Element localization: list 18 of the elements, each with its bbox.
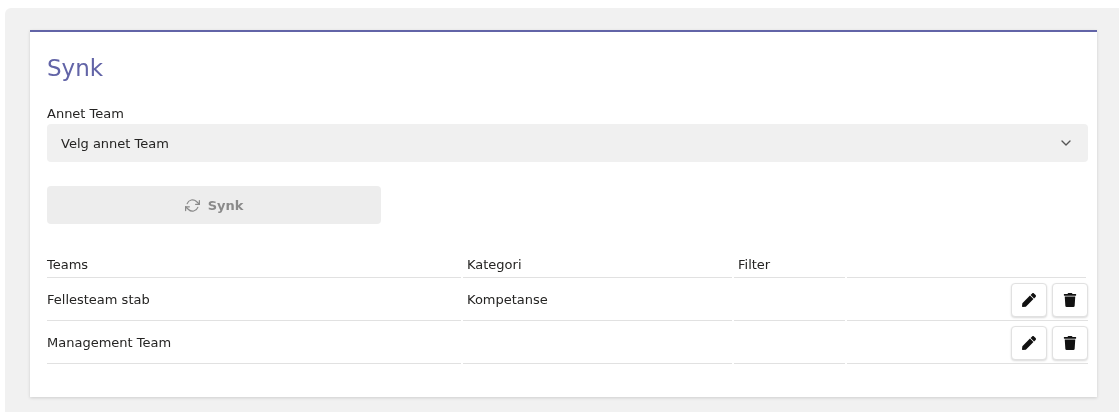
section-title: Synk	[47, 54, 105, 83]
team-dropdown[interactable]: Velg annet Team	[47, 124, 1088, 162]
trash-icon	[1063, 335, 1077, 350]
field-label: Annet Team	[47, 105, 124, 123]
pencil-icon	[1022, 335, 1036, 350]
trash-icon	[1063, 292, 1077, 307]
edit-button[interactable]	[1011, 325, 1047, 360]
pencil-icon	[1022, 292, 1036, 307]
delete-button[interactable]	[1052, 282, 1088, 317]
table-cell: Fellesteam stab	[47, 292, 150, 307]
edit-button[interactable]	[1011, 282, 1047, 317]
table-cell: Management Team	[47, 335, 172, 350]
table-cell: Kompetanse	[467, 292, 548, 307]
column-header: Teams	[47, 251, 461, 278]
column-header: Filter	[734, 251, 845, 278]
column-header: Kategori	[463, 251, 732, 278]
refresh-icon	[184, 197, 200, 213]
delete-button[interactable]	[1052, 325, 1088, 360]
